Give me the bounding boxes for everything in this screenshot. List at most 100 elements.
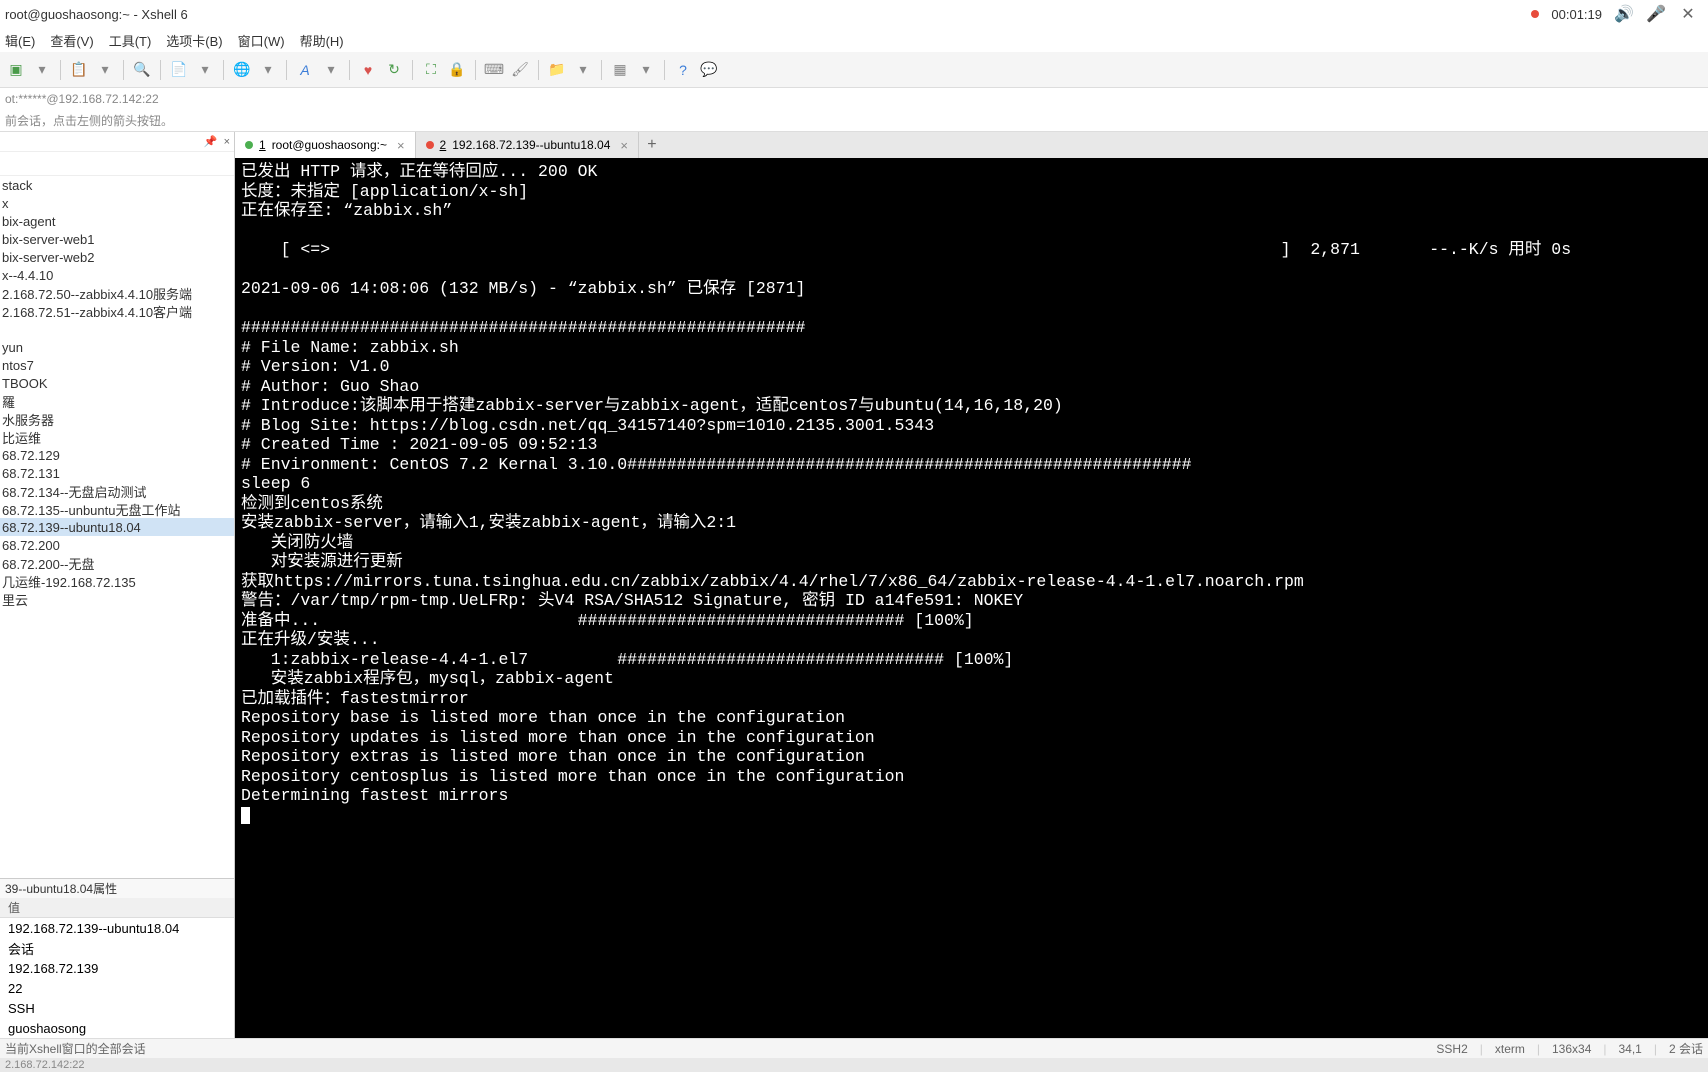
bottombar-text: 2.168.72.142:22 [5, 1059, 85, 1071]
refresh-icon[interactable]: ↻ [383, 59, 405, 81]
keyboard-icon[interactable]: ⌨ [483, 59, 505, 81]
copy-icon[interactable]: 📋 [68, 59, 90, 81]
bottombar: 2.168.72.142:22 [0, 1058, 1708, 1072]
dropdown-icon[interactable]: ▾ [94, 59, 116, 81]
session-item[interactable]: 几运维-192.168.72.135 [0, 572, 234, 590]
props-column-header: 值 [0, 898, 234, 918]
session-item[interactable]: TBOOK [0, 374, 234, 392]
session-item[interactable]: 68.72.131 [0, 464, 234, 482]
pin-icon[interactable]: 📌 [204, 135, 218, 148]
session-item[interactable]: 68.72.129 [0, 446, 234, 464]
separator [223, 60, 224, 80]
session-item[interactable]: 2.168.72.50--zabbix4.4.10服务端 [0, 284, 234, 302]
status-term: xterm [1495, 1042, 1525, 1056]
globe-icon[interactable]: 🌐 [231, 59, 253, 81]
menu-tools[interactable]: 工具(T) [109, 31, 152, 50]
session-item[interactable]: bix-agent [0, 212, 234, 230]
heart-icon[interactable]: ♥ [357, 59, 379, 81]
session-item[interactable]: stack [0, 176, 234, 194]
tab-close-icon[interactable]: × [620, 138, 628, 153]
session-item[interactable]: 2.168.72.51--zabbix4.4.10客户端 [0, 302, 234, 320]
info-bar: 前会话，点击左侧的箭头按钮。 [0, 110, 1708, 132]
status-sessions: 2 会话 [1669, 1040, 1703, 1057]
menubar: 辑(E) 查看(V) 工具(T) 选项卡(B) 窗口(W) 帮助(H) [0, 28, 1708, 52]
sidebar-search[interactable] [0, 152, 234, 176]
session-item[interactable]: 比运维 [0, 428, 234, 446]
session-item[interactable]: 68.72.200--无盘 [0, 554, 234, 572]
tab-status-dot-icon [245, 141, 253, 149]
session-list: stackxbix-agentbix-server-web1bix-server… [0, 176, 234, 878]
tab-status-dot-icon [426, 141, 434, 149]
session-item[interactable]: x--4.4.10 [0, 266, 234, 284]
tab-close-icon[interactable]: × [397, 138, 405, 153]
dropdown-icon[interactable]: ▾ [320, 59, 342, 81]
session-item[interactable]: bix-server-web2 [0, 248, 234, 266]
separator [412, 60, 413, 80]
add-tab-button[interactable]: + [639, 132, 665, 158]
paste-icon[interactable]: 📄 [168, 59, 190, 81]
search-icon[interactable]: 🔍 [131, 59, 153, 81]
menu-tabs[interactable]: 选项卡(B) [166, 31, 222, 50]
session-item[interactable]: yun [0, 338, 234, 356]
folder-icon[interactable]: 📁 [546, 59, 568, 81]
session-tab[interactable]: 1root@guoshaosong:~× [235, 132, 416, 158]
session-item[interactable]: bix-server-web1 [0, 230, 234, 248]
session-tab[interactable]: 2192.168.72.139--ubuntu18.04× [416, 132, 639, 158]
brush-icon[interactable]: 🖌 [509, 59, 531, 81]
session-item[interactable]: 68.72.139--ubuntu18.04 [0, 518, 234, 536]
expand-icon[interactable]: ⛶ [420, 59, 442, 81]
separator [349, 60, 350, 80]
session-item[interactable]: 68.72.135--unbuntu无盘工作站 [0, 500, 234, 518]
statusbar: 当前Xshell窗口的全部会话 SSH2 | xterm | 136x34 | … [0, 1038, 1708, 1058]
property-row: 会话 [0, 938, 234, 958]
session-item[interactable] [0, 320, 234, 338]
menu-edit[interactable]: 辑(E) [5, 31, 35, 50]
property-row: 22 [0, 978, 234, 998]
speaker-icon[interactable]: 🔊 [1614, 4, 1634, 24]
content-area: 1root@guoshaosong:~×2192.168.72.139--ubu… [235, 132, 1708, 1038]
menu-window[interactable]: 窗口(W) [238, 31, 285, 50]
tab-label: 192.168.72.139--ubuntu18.04 [452, 138, 610, 152]
separator [538, 60, 539, 80]
menu-help[interactable]: 帮助(H) [300, 31, 344, 50]
status-ssh: SSH2 [1436, 1042, 1467, 1056]
record-timer: 00:01:19 [1551, 7, 1602, 22]
session-item[interactable]: ntos7 [0, 356, 234, 374]
session-item[interactable]: 里云 [0, 590, 234, 608]
sidebar: 📌 × stackxbix-agentbix-server-web1bix-se… [0, 132, 235, 1038]
dropdown-icon[interactable]: ▾ [572, 59, 594, 81]
open-icon[interactable]: ▾ [31, 59, 53, 81]
address-text: ot:******@192.168.72.142:22 [5, 92, 159, 106]
separator [664, 60, 665, 80]
close-icon[interactable]: ✕ [1678, 4, 1698, 24]
help-icon[interactable]: ? [672, 59, 694, 81]
comment-icon[interactable]: 💬 [698, 59, 720, 81]
titlebar-controls: 00:01:19 🔊 🎤 ✕ [1531, 0, 1708, 28]
mic-mute-icon[interactable]: 🎤 [1646, 4, 1666, 24]
dropdown-icon[interactable]: ▾ [257, 59, 279, 81]
session-item[interactable]: 羅 [0, 392, 234, 410]
properties-table: 值 192.168.72.139--ubuntu18.04会话192.168.7… [0, 898, 234, 1038]
tab-label: root@guoshaosong:~ [272, 138, 387, 152]
property-row: 192.168.72.139 [0, 958, 234, 978]
property-row: 192.168.72.139--ubuntu18.04 [0, 918, 234, 938]
dropdown-icon[interactable]: ▾ [194, 59, 216, 81]
separator [286, 60, 287, 80]
font-icon[interactable]: A [294, 59, 316, 81]
separator [123, 60, 124, 80]
property-row: SSH [0, 998, 234, 1018]
close-panel-icon[interactable]: × [224, 136, 230, 148]
separator [160, 60, 161, 80]
properties-title: 39--ubuntu18.04属性 [0, 878, 234, 898]
statusbar-right: SSH2 | xterm | 136x34 | 34,1 | 2 会话 [1436, 1040, 1703, 1057]
session-item[interactable]: x [0, 194, 234, 212]
dropdown-icon[interactable]: ▾ [635, 59, 657, 81]
session-item[interactable]: 水服务器 [0, 410, 234, 428]
menu-view[interactable]: 查看(V) [50, 31, 93, 50]
terminal[interactable]: 已发出 HTTP 请求，正在等待回应... 200 OK 长度：未指定 [app… [235, 158, 1708, 1038]
new-session-icon[interactable]: ▣ [5, 59, 27, 81]
grid-icon[interactable]: ▦ [609, 59, 631, 81]
session-item[interactable]: 68.72.200 [0, 536, 234, 554]
session-item[interactable]: 68.72.134--无盘启动测试 [0, 482, 234, 500]
lock-icon[interactable]: 🔒 [446, 59, 468, 81]
